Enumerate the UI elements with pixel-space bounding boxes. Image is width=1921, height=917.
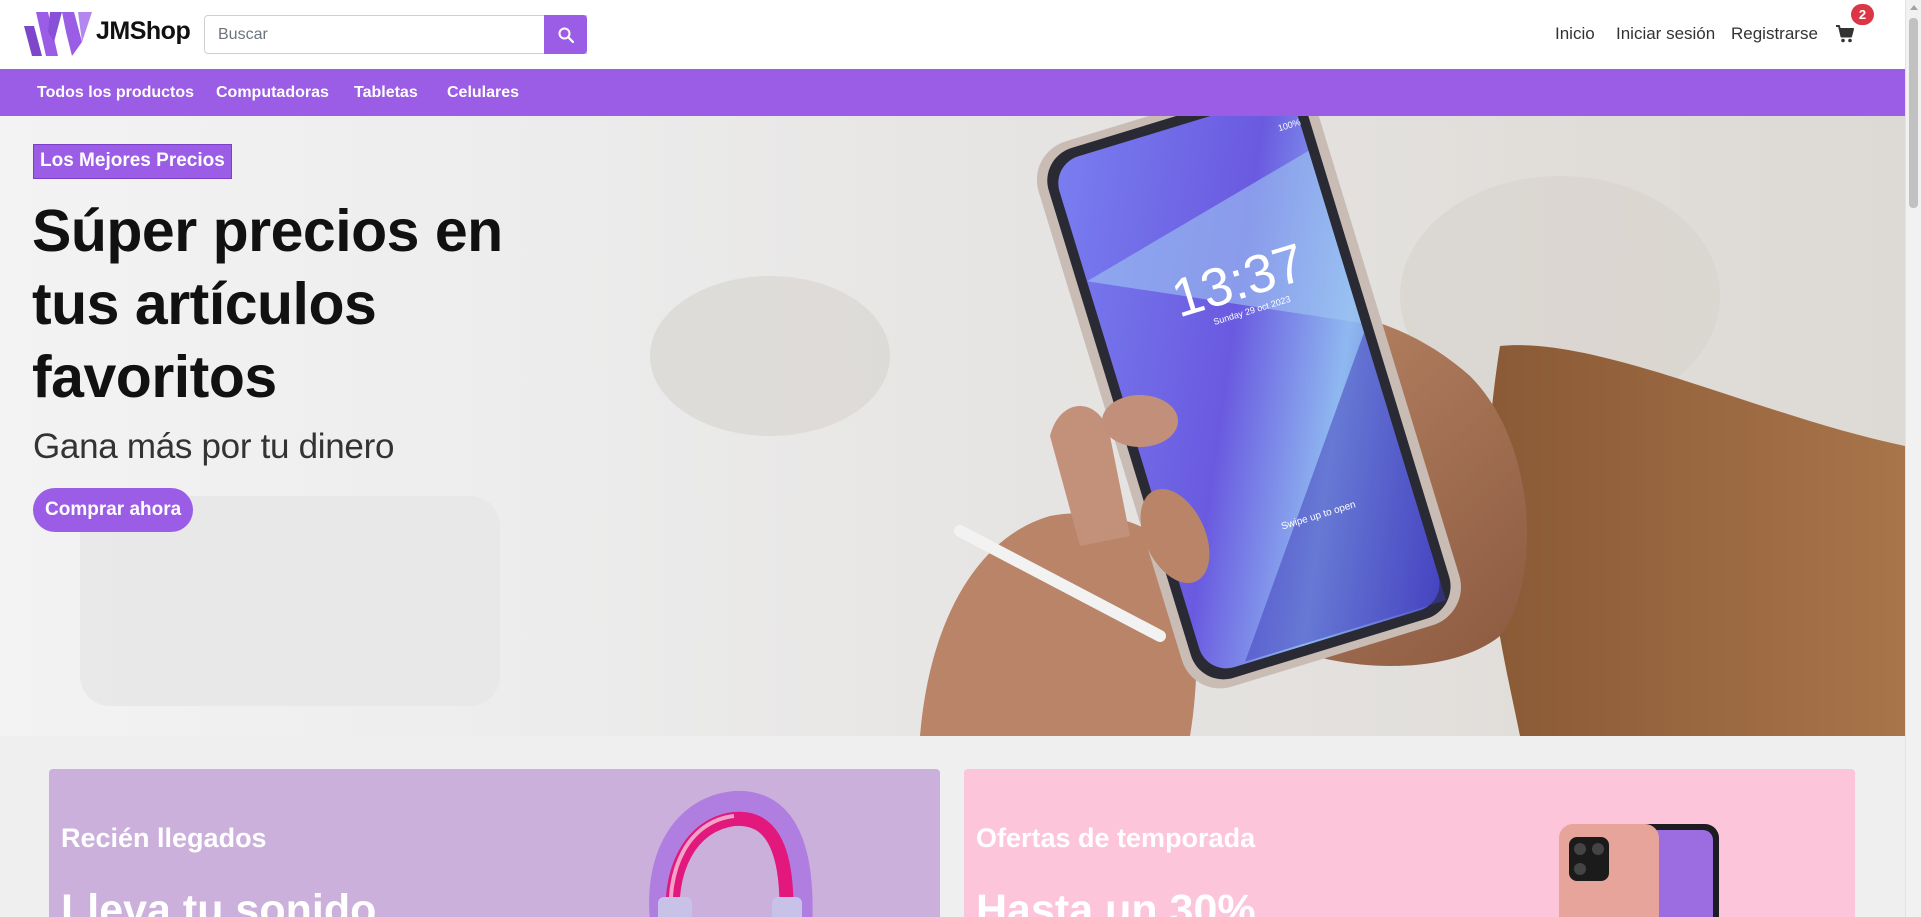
hero-tagline: Los Mejores Precios bbox=[33, 144, 232, 179]
category-tablets[interactable]: Tabletas bbox=[354, 84, 418, 102]
nav-link-inicio[interactable]: Inicio bbox=[1555, 24, 1595, 44]
brand-name[interactable]: JMShop bbox=[96, 17, 191, 46]
top-header: JMShop Inicio Iniciar sesión Registrarse… bbox=[0, 0, 1905, 69]
page: JMShop Inicio Iniciar sesión Registrarse… bbox=[0, 0, 1905, 917]
page-scrollbar[interactable] bbox=[1905, 0, 1921, 917]
nav-link-login[interactable]: Iniciar sesión bbox=[1616, 24, 1715, 44]
headphones-image bbox=[649, 790, 813, 917]
category-all-products[interactable]: Todos los productos bbox=[37, 84, 194, 102]
hero-headline: Súper precios en tus artículos favoritos bbox=[32, 195, 552, 414]
phones-image bbox=[1559, 824, 1719, 917]
category-phones[interactable]: Celulares bbox=[447, 84, 519, 102]
scroll-thumb[interactable] bbox=[1909, 18, 1918, 208]
search-field bbox=[204, 15, 587, 54]
promo-card-new-arrivals[interactable]: Recién llegados Lleva tu sonido bbox=[49, 769, 940, 917]
promo-eyebrow: Ofertas de temporada bbox=[976, 823, 1256, 853]
hero-subheading: Gana más por tu dinero bbox=[33, 427, 395, 466]
hero-headline-line-1: Súper precios en bbox=[32, 198, 503, 264]
promo-eyebrow: Recién llegados bbox=[61, 823, 267, 853]
promo-card-seasonal-deals[interactable]: Ofertas de temporada Hasta un 30% bbox=[964, 769, 1855, 917]
shop-now-button[interactable]: Comprar ahora bbox=[33, 488, 194, 532]
promo-title: Lleva tu sonido bbox=[61, 886, 377, 917]
logo-icon[interactable] bbox=[24, 12, 92, 56]
scroll-up-arrow[interactable] bbox=[1910, 5, 1918, 10]
search-button[interactable] bbox=[544, 15, 587, 54]
hero-headline-line-2: tus artículos bbox=[32, 271, 377, 337]
search-icon bbox=[558, 27, 574, 43]
cart-icon[interactable] bbox=[1835, 24, 1855, 44]
cart-count-badge: 2 bbox=[1851, 4, 1874, 25]
nav-link-register[interactable]: Registrarse bbox=[1731, 24, 1818, 44]
category-bar: Todos los productos Computadoras Tableta… bbox=[0, 69, 1905, 116]
hero-headline-line-3: favoritos bbox=[32, 344, 277, 410]
hero-banner: 13:37 Sunday 29 oct 2023 Swipe up to ope… bbox=[0, 116, 1905, 736]
search-input[interactable] bbox=[205, 16, 586, 53]
promo-title: Hasta un 30% bbox=[976, 886, 1256, 917]
category-computers[interactable]: Computadoras bbox=[216, 84, 329, 102]
